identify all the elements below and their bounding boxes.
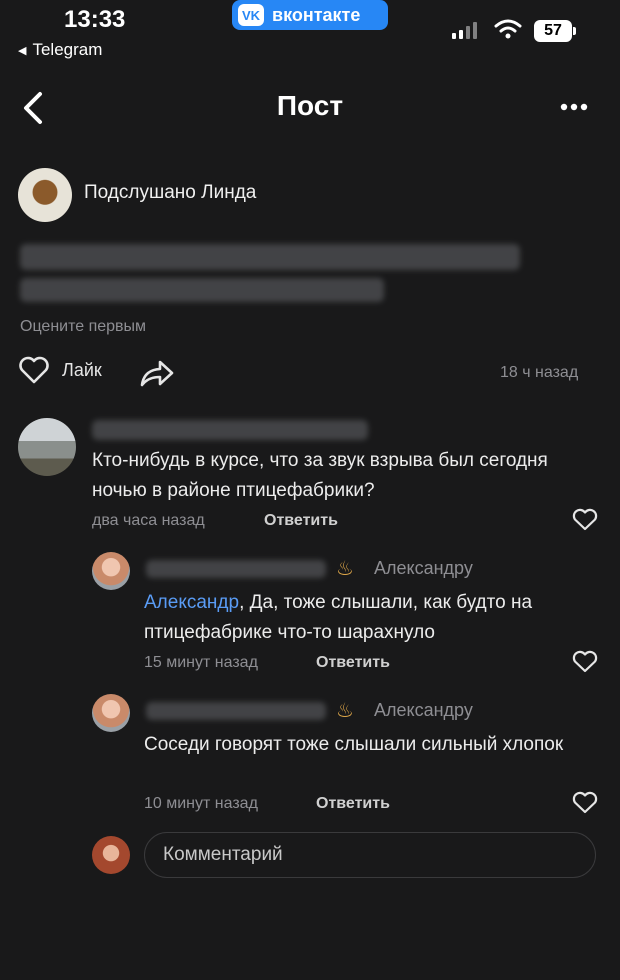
avatar[interactable] xyxy=(18,418,76,476)
more-options-icon[interactable] xyxy=(556,92,592,122)
group-avatar[interactable] xyxy=(18,168,72,222)
like-button[interactable]: Лайк xyxy=(18,356,102,384)
post-text-blurred xyxy=(20,244,520,270)
avatar[interactable] xyxy=(92,552,130,590)
my-avatar[interactable] xyxy=(92,836,130,874)
avatar[interactable] xyxy=(92,694,130,732)
app-pill: VK вконтакте xyxy=(232,0,388,30)
comment-text: Соседи говорят тоже слышали сильный хлоп… xyxy=(144,734,564,755)
heart-icon[interactable] xyxy=(572,508,598,532)
mention-link[interactable]: Александр xyxy=(144,592,239,613)
comment-time: 15 минут назад xyxy=(144,654,258,671)
reply-button[interactable]: Ответить xyxy=(264,512,338,530)
reply-to-user[interactable]: Александру xyxy=(374,558,473,579)
reply-to-user[interactable]: Александру xyxy=(374,700,473,721)
rate-prompt[interactable]: Оцените первым xyxy=(20,318,146,336)
reply-button[interactable]: Ответить xyxy=(316,795,390,813)
author-name-blurred[interactable] xyxy=(92,420,368,440)
back-to-app-link[interactable]: ◀ Telegram xyxy=(18,40,102,60)
candle-emoji-icon: ♨ xyxy=(336,558,354,580)
comment-time: два часа назад xyxy=(92,512,205,529)
back-app-label: Telegram xyxy=(32,40,103,59)
reply-button[interactable]: Ответить xyxy=(316,654,390,672)
comment-placeholder: Комментарий xyxy=(163,844,283,865)
status-time: 13:33 xyxy=(64,6,126,33)
author-name-blurred[interactable] xyxy=(146,560,326,578)
comment-text: Александр, Да, тоже слышали, как будто н… xyxy=(144,588,584,648)
candle-emoji-icon: ♨ xyxy=(336,700,354,722)
back-triangle-icon: ◀ xyxy=(18,44,27,57)
post-time: 18 ч назад xyxy=(500,364,579,381)
post-text-blurred xyxy=(20,278,384,302)
like-label: Лайк xyxy=(62,359,102,380)
comment-text: Кто-нибудь в курсе, что за звук взрыва б… xyxy=(92,450,548,501)
wifi-icon xyxy=(494,19,522,39)
app-pill-label: вконтакте xyxy=(272,4,361,25)
battery-indicator: 57 xyxy=(534,20,576,42)
cell-signal-icon xyxy=(452,22,477,39)
group-name[interactable]: Подслушано Линда xyxy=(84,182,256,204)
heart-icon xyxy=(19,356,49,384)
share-arrow-icon[interactable] xyxy=(138,358,176,388)
heart-icon[interactable] xyxy=(572,791,598,815)
page-title: Пост xyxy=(276,90,344,121)
author-name-blurred[interactable] xyxy=(146,702,326,720)
comment-time: 10 минут назад xyxy=(144,795,258,812)
heart-icon[interactable] xyxy=(572,650,598,674)
comment-input[interactable]: Комментарий xyxy=(144,832,596,878)
vk-logo-icon: VK xyxy=(238,4,264,26)
